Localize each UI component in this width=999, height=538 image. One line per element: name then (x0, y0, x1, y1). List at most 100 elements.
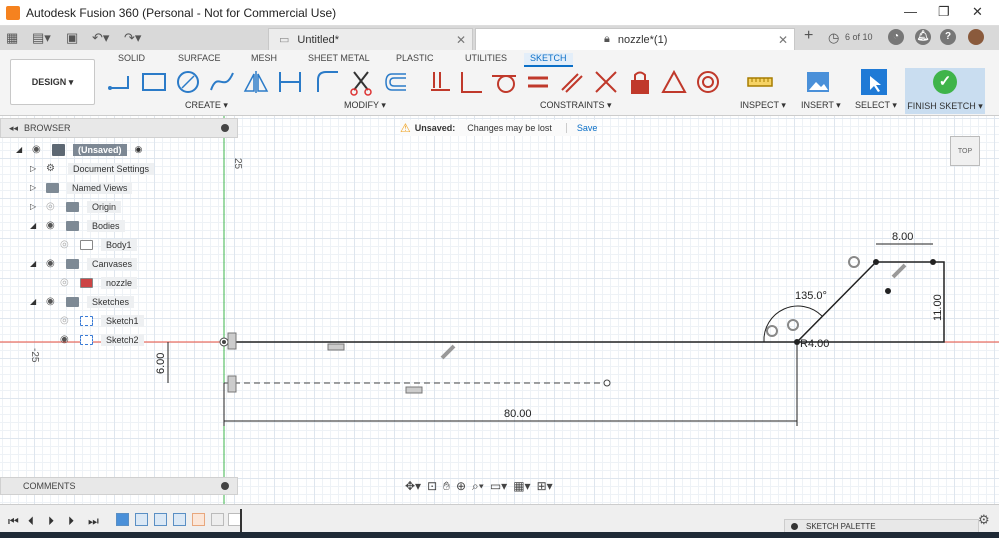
tab-mesh[interactable]: MESH (251, 53, 277, 63)
expand-triangle-icon[interactable]: ▷ (30, 202, 40, 211)
zoom-window-icon[interactable]: ⌕▾ (472, 479, 484, 494)
line-tool-icon[interactable] (106, 68, 134, 96)
modify-group-label[interactable]: MODIFY ▾ (344, 100, 386, 111)
go-to-end-icon[interactable]: ⏭︎ (88, 514, 99, 529)
tree-item-document-settings[interactable]: ▷ ⚙ Document Settings (30, 160, 155, 177)
tab-untitled[interactable]: ▭ Untitled* ✕ (268, 28, 473, 50)
browser-header[interactable]: ◂◂ BROWSER (0, 118, 238, 138)
spline-tool-icon[interactable] (208, 68, 236, 96)
panel-pin-icon[interactable] (221, 124, 229, 132)
clock-icon[interactable]: ◔ (888, 29, 904, 45)
grid-settings-icon[interactable]: ▦▾ (513, 479, 530, 493)
timeline-marker[interactable] (240, 509, 242, 533)
tab-sketch[interactable]: SKETCH (524, 53, 573, 67)
workspace-switcher[interactable]: DESIGN ▾ (10, 59, 95, 105)
timeline-feature-suppressed[interactable] (211, 513, 224, 526)
close-window-button[interactable]: ✕ (972, 4, 983, 20)
maximize-button[interactable]: ❐ (938, 4, 950, 20)
hidden-eye-icon[interactable]: ◎ (46, 201, 60, 212)
file-menu-icon[interactable]: ▤▾ (32, 30, 51, 46)
visibility-eye-icon[interactable]: ◉ (60, 334, 74, 345)
tangent-icon[interactable] (490, 68, 518, 96)
tree-item-canvases[interactable]: ◢ ◉ Canvases (30, 255, 138, 272)
timeline-feature-revolve[interactable] (192, 513, 205, 526)
insert-group-label[interactable]: INSERT ▾ (801, 100, 841, 111)
tab-plastic[interactable]: PLASTIC (396, 53, 434, 63)
step-forward-icon[interactable]: ⏵︎ (68, 514, 74, 529)
expand-triangle-icon[interactable]: ▷ (30, 183, 40, 192)
horizontal-vertical-icon[interactable] (428, 68, 456, 96)
viewports-icon[interactable]: ⊞▾ (537, 479, 553, 493)
save-icon[interactable]: ▣ (66, 30, 78, 46)
insert-image-icon[interactable] (804, 68, 832, 96)
notifications-icon[interactable]: 🔔︎ (915, 29, 931, 45)
palette-pin-icon[interactable] (791, 523, 798, 530)
tab-solid[interactable]: SOLID (118, 53, 145, 63)
settings-gear-icon[interactable]: ⚙ (978, 512, 990, 528)
coincident-icon[interactable] (592, 68, 620, 96)
tab-utilities[interactable]: UTILITIES (465, 53, 507, 63)
tree-item-bodies[interactable]: ◢ ◉ Bodies (30, 217, 125, 234)
visibility-eye-icon[interactable]: ◉ (46, 258, 60, 269)
visibility-eye-icon[interactable]: ◉ (32, 144, 46, 155)
concentric-icon[interactable] (694, 68, 722, 96)
redo-icon[interactable]: ↷▾ (124, 30, 141, 46)
tree-item-sketch1[interactable]: ◎ Sketch1 (54, 312, 144, 329)
perpendicular-icon[interactable] (458, 68, 486, 96)
tree-item-sketches[interactable]: ◢ ◉ Sketches (30, 293, 135, 310)
collapse-icon[interactable]: ◂◂ (9, 123, 18, 134)
measure-icon[interactable] (746, 68, 774, 96)
comments-panel[interactable]: COMMENTS (0, 477, 238, 495)
parallel-icon[interactable] (558, 68, 586, 96)
tab-sheet-metal[interactable]: SHEET METAL (308, 53, 370, 63)
dimension-tool-icon[interactable] (276, 68, 304, 96)
visibility-eye-icon[interactable]: ◉ (46, 220, 60, 231)
minimize-button[interactable]: — (904, 4, 917, 19)
hidden-eye-icon[interactable]: ◎ (60, 277, 74, 288)
visibility-eye-icon[interactable]: ◉ (46, 296, 60, 307)
constraints-group-label[interactable]: CONSTRAINTS ▾ (540, 100, 612, 111)
display-settings-icon[interactable]: ▭▾ (490, 479, 507, 493)
offset-tool-icon[interactable] (382, 68, 410, 96)
pan-hand-icon[interactable]: ✋︎ (443, 479, 450, 494)
tab-surface[interactable]: SURFACE (178, 53, 221, 63)
tab-nozzle[interactable]: 🔒︎ nozzle*(1) ✕ (475, 28, 795, 50)
collapse-triangle-icon[interactable]: ◢ (30, 297, 40, 306)
app-grid-icon[interactable]: ▦ (6, 30, 18, 46)
collapse-triangle-icon[interactable]: ◢ (30, 259, 40, 268)
play-icon[interactable]: ⏵︎ (48, 514, 54, 529)
step-back-icon[interactable]: ⏴︎ (28, 514, 34, 529)
avatar[interactable] (968, 29, 984, 45)
timeline-feature-sketch[interactable] (135, 513, 148, 526)
close-tab-button[interactable]: ✕ (778, 33, 788, 47)
select-group-label[interactable]: SELECT ▾ (855, 100, 897, 111)
undo-icon[interactable]: ↶▾ (92, 30, 109, 46)
create-group-label[interactable]: CREATE ▾ (185, 100, 228, 111)
fix-lock-icon[interactable] (626, 68, 654, 96)
symmetry-triangle-icon[interactable] (660, 68, 688, 96)
finish-sketch-button[interactable]: ✓ FINISH SKETCH ▾ (905, 68, 985, 114)
rectangle-tool-icon[interactable] (140, 68, 168, 96)
page-count[interactable]: 6 of 10 (845, 32, 873, 42)
inspect-group-label[interactable]: INSPECT ▾ (740, 100, 786, 111)
tree-item-origin[interactable]: ▷ ◎ Origin (30, 198, 122, 215)
close-tab-button[interactable]: ✕ (456, 33, 466, 47)
orbit-icon[interactable]: ✥▾ (405, 479, 421, 493)
collapse-triangle-icon[interactable]: ◢ (16, 145, 26, 154)
new-tab-button[interactable]: + (804, 27, 813, 45)
fillet-tool-icon[interactable] (314, 68, 342, 96)
zoom-icon[interactable]: ⊕ (456, 479, 466, 493)
look-at-icon[interactable]: ⊡ (427, 479, 437, 493)
mirror-tool-icon[interactable] (242, 68, 270, 96)
hidden-eye-icon[interactable]: ◎ (60, 315, 74, 326)
job-status-icon[interactable]: ◷ (828, 30, 839, 46)
timeline-feature-sketch[interactable] (173, 513, 186, 526)
panel-pin-icon[interactable] (221, 482, 229, 490)
view-cube[interactable]: TOP (950, 136, 980, 166)
timeline-feature-extrude[interactable] (154, 513, 167, 526)
tree-item-named-views[interactable]: ▷ Named Views (30, 179, 133, 196)
trim-tool-icon[interactable] (348, 68, 376, 96)
timeline-feature-canvas[interactable] (116, 513, 129, 526)
tree-item-nozzle-canvas[interactable]: ◎ nozzle (54, 274, 138, 291)
equal-icon[interactable] (524, 68, 552, 96)
